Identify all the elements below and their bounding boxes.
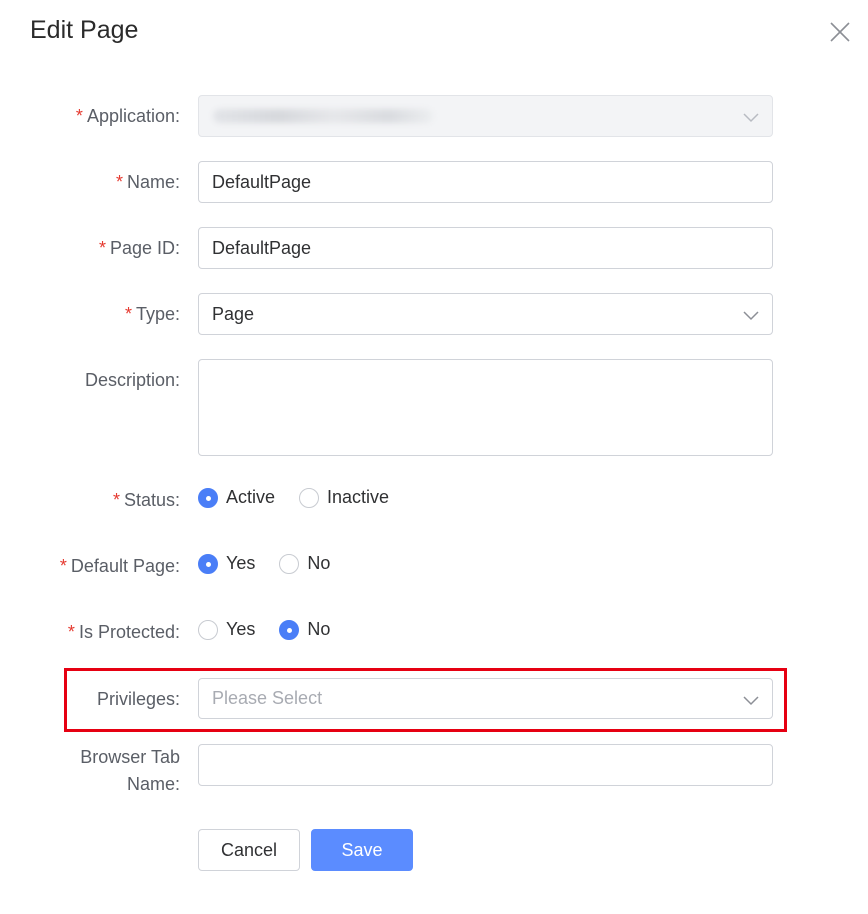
default-page-radio-no[interactable]: No [279,553,330,574]
privileges-label: Privileges: [96,689,180,709]
privileges-select[interactable]: Please Select [198,678,773,719]
status-radio-group: Active Inactive [198,487,413,508]
type-select-value: Page [212,304,255,324]
cancel-button[interactable]: Cancel [198,829,300,871]
edit-page-dialog: Edit Page * Application: * Name: DefaultPa… [0,0,868,914]
is-protected-radio-no[interactable]: No [279,619,330,640]
page-id-input[interactable]: DefaultPage [198,227,773,269]
browser-tab-name-label: Browser Tab Name: [80,747,180,794]
is-protected-radio-group: Yes No [198,619,354,640]
application-select[interactable] [198,95,773,137]
default-page-radio-group: Yes No [198,553,354,574]
status-radio-active[interactable]: Active [198,487,275,508]
radio-unchecked-icon [299,487,320,508]
description-textarea[interactable] [198,359,773,456]
application-label: * Application: [75,106,180,126]
is-protected-radio-yes[interactable]: Yes [198,619,255,640]
default-page-radio-yes[interactable]: Yes [198,553,255,574]
chevron-down-icon [743,311,759,321]
is-protected-label: * Is Protected: [67,622,180,642]
privileges-placeholder: Please Select [212,688,323,708]
radio-checked-icon [279,619,300,640]
description-label: Description: [84,370,180,390]
type-label: * Type: [124,304,180,324]
blurred-application-value [213,109,433,123]
name-label: * Name: [115,172,180,192]
save-button[interactable]: Save [311,829,413,871]
radio-unchecked-icon [279,553,300,574]
status-radio-inactive[interactable]: Inactive [299,487,389,508]
name-input[interactable]: DefaultPage [198,161,773,203]
status-label: * Status: [112,490,180,510]
default-page-label: * Default Page: [59,556,180,576]
type-select[interactable]: Page [198,293,773,335]
radio-unchecked-icon [198,619,218,640]
chevron-down-icon [743,696,759,706]
radio-checked-icon [198,487,218,508]
chevron-down-icon [743,113,759,123]
close-icon[interactable] [826,18,854,46]
browser-tab-name-input[interactable] [198,744,773,786]
dialog-title: Edit Page [30,16,139,44]
page-id-label: * Page ID: [98,238,180,258]
radio-checked-icon [198,553,218,574]
